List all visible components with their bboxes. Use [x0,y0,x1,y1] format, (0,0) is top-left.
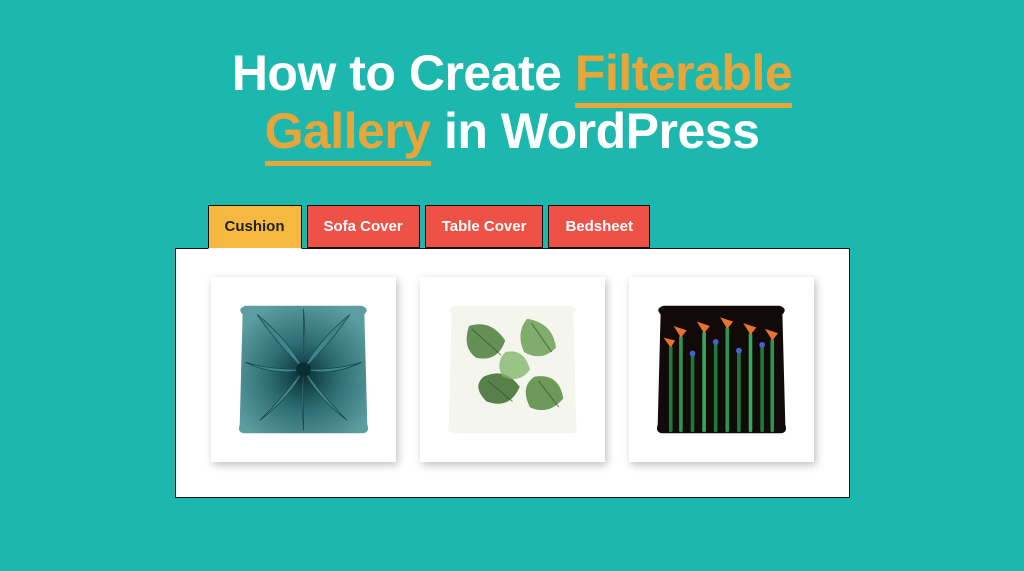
tab-table-cover[interactable]: Table Cover [425,205,544,248]
gallery-panel [175,248,850,498]
headline-part1: How to Create [232,45,575,101]
tab-sofa-cover[interactable]: Sofa Cover [307,205,420,248]
filter-tabs: Cushion Sofa Cover Table Cover Bedsheet [175,205,850,248]
cushion-tropical-icon [440,297,585,442]
tab-cushion[interactable]: Cushion [208,205,302,249]
headline-highlight2: Gallery [265,103,431,166]
gallery-item[interactable] [420,277,605,462]
cushion-bird-of-paradise-icon [649,297,794,442]
cushion-agave-icon [231,297,376,442]
headline-part3: in WordPress [431,103,760,159]
filterable-gallery: Cushion Sofa Cover Table Cover Bedsheet [175,205,850,498]
tab-bedsheet[interactable]: Bedsheet [548,205,650,248]
page-title: How to Create Filterable Gallery in Word… [232,45,792,160]
headline-highlight1: Filterable [575,45,792,108]
gallery-item[interactable] [629,277,814,462]
gallery-item[interactable] [211,277,396,462]
